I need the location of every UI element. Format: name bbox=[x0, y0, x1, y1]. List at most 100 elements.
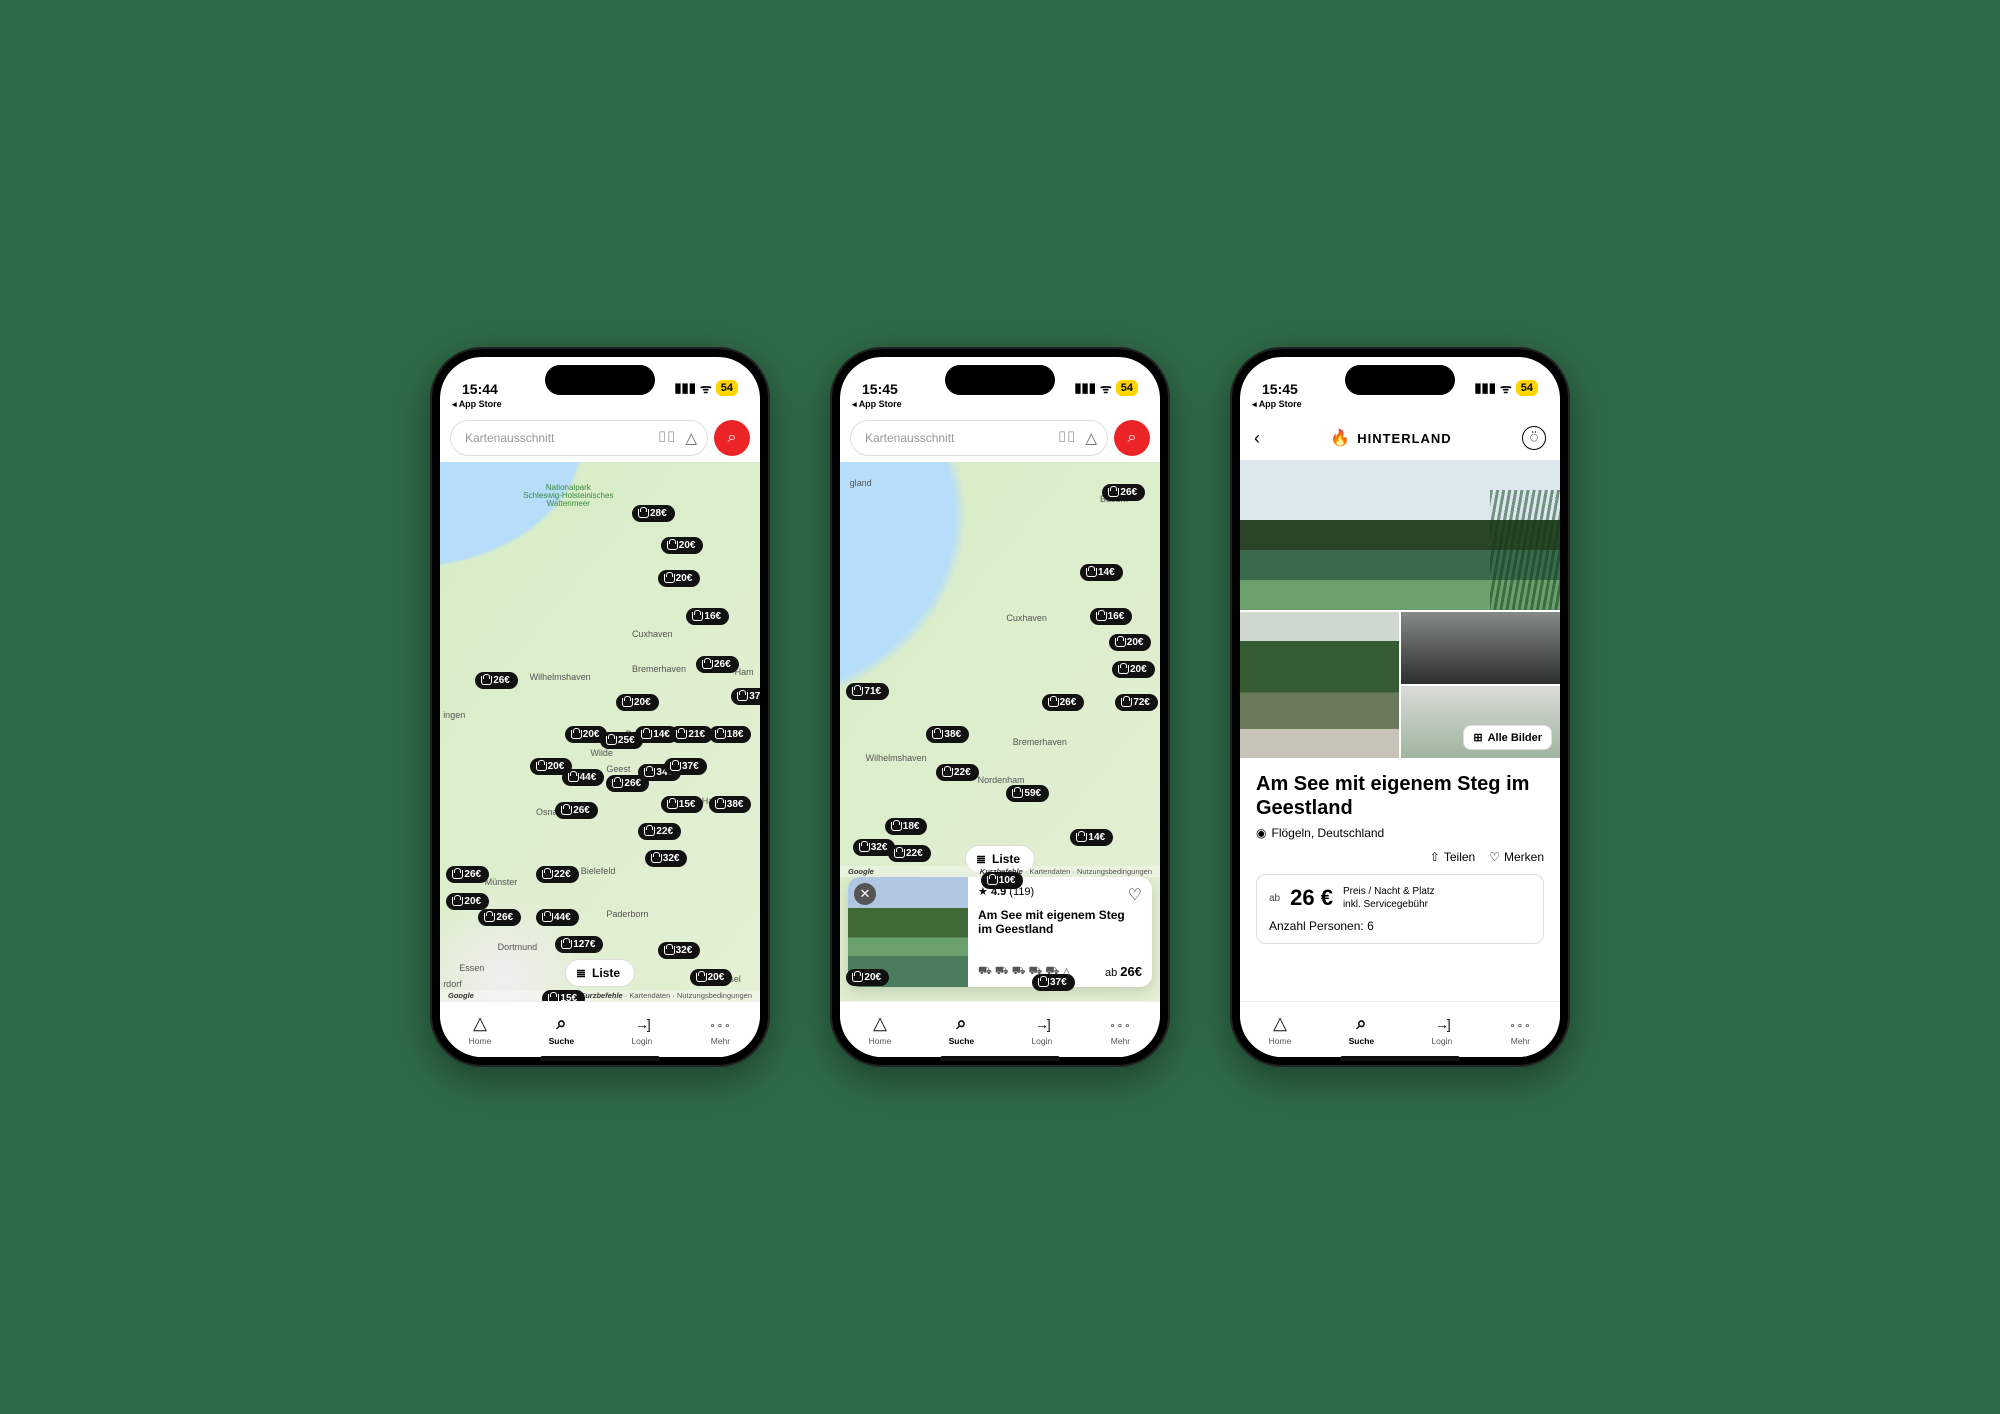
persons-row: Anzahl Personen: 6 bbox=[1269, 919, 1531, 933]
price-pin[interactable]: 26€ bbox=[475, 672, 518, 689]
gallery-image[interactable] bbox=[1401, 612, 1560, 684]
city-label: Münster bbox=[485, 877, 518, 887]
brand-logo: 🔥 HINTERLAND bbox=[1330, 428, 1451, 448]
search-input[interactable]: Kartenausschnitt ⌷⌷ △ bbox=[850, 420, 1108, 456]
search-input[interactable]: Kartenausschnitt ⌷⌷ △ bbox=[450, 420, 708, 456]
map[interactable]: NationalparkSchleswig-HolsteinischesWatt… bbox=[440, 462, 760, 1001]
login-icon bbox=[1035, 1013, 1049, 1034]
city-label: Nordenham bbox=[978, 775, 1025, 785]
price-pin[interactable]: 37€ bbox=[1032, 974, 1075, 991]
nav-suche[interactable]: Suche bbox=[1349, 1013, 1375, 1046]
price-pin[interactable]: 18€ bbox=[709, 726, 752, 743]
price-pin[interactable]: 14€ bbox=[1080, 564, 1123, 581]
tent-filter-icon[interactable]: △ bbox=[1085, 429, 1097, 447]
save-button[interactable]: ♡Merken bbox=[1489, 850, 1544, 864]
price-pin[interactable]: 26€ bbox=[1042, 694, 1085, 711]
list-toggle-button[interactable]: Liste bbox=[565, 959, 635, 987]
all-images-button[interactable]: Alle Bilder bbox=[1463, 725, 1552, 750]
list-toggle-button[interactable]: Liste bbox=[965, 845, 1035, 873]
back-button[interactable]: ‹ bbox=[1254, 428, 1260, 449]
calendar-icon[interactable]: ⌷⌷ bbox=[1057, 429, 1075, 447]
back-to-appstore[interactable]: App Store bbox=[440, 399, 760, 416]
price-pin[interactable]: 18€ bbox=[885, 818, 928, 835]
price-pin[interactable]: 20€ bbox=[690, 969, 733, 986]
nav-mehr[interactable]: Mehr bbox=[1510, 1013, 1532, 1046]
price-pin[interactable]: 72€ bbox=[1115, 694, 1158, 711]
search-button[interactable]: ⌕ bbox=[1114, 420, 1150, 456]
price-pin[interactable]: 20€ bbox=[658, 570, 701, 587]
price-pin[interactable]: 32€ bbox=[658, 942, 701, 959]
wifi-icon: ᯤ bbox=[1500, 379, 1512, 397]
gallery-image[interactable] bbox=[1240, 612, 1399, 758]
price-pin[interactable]: 20€ bbox=[616, 694, 659, 711]
price-pin[interactable]: 26€ bbox=[696, 656, 739, 673]
map[interactable]: Cuxhaven Bremerhaven Wilhelmshaven Norde… bbox=[840, 462, 1160, 1001]
search-button[interactable]: ⌕ bbox=[714, 420, 750, 456]
app-bar: ‹ 🔥 HINTERLAND ⍥ bbox=[1240, 416, 1560, 460]
nav-login[interactable]: Login bbox=[1431, 1013, 1452, 1046]
price-pin[interactable]: 22€ bbox=[888, 845, 931, 862]
nav-home[interactable]: Home bbox=[869, 1013, 892, 1046]
back-to-appstore[interactable]: App Store bbox=[840, 399, 1160, 416]
price-pin[interactable]: 20€ bbox=[446, 893, 489, 910]
nav-mehr[interactable]: Mehr bbox=[710, 1013, 732, 1046]
price-pin[interactable]: 26€ bbox=[478, 909, 521, 926]
price-pin[interactable]: 38€ bbox=[926, 726, 969, 743]
price-pin[interactable]: 22€ bbox=[536, 866, 579, 883]
price-pin[interactable]: 26€ bbox=[555, 802, 598, 819]
price-pin[interactable]: 127€ bbox=[555, 936, 603, 953]
more-icon bbox=[710, 1013, 732, 1034]
search-icon bbox=[1356, 1013, 1366, 1034]
price-pin[interactable]: 26€ bbox=[446, 866, 489, 883]
price-pin[interactable]: 37€ bbox=[731, 688, 760, 705]
price-pin[interactable]: 20€ bbox=[1109, 634, 1152, 651]
price-pin[interactable]: 20€ bbox=[661, 537, 704, 554]
price-pin[interactable]: 32€ bbox=[645, 850, 688, 867]
city-label: Wilde bbox=[590, 748, 613, 758]
nav-home[interactable]: Home bbox=[469, 1013, 492, 1046]
nav-login[interactable]: Login bbox=[1031, 1013, 1052, 1046]
map-attribution: Google Kurzbefehle · Kartendaten · Nutzu… bbox=[440, 990, 760, 1001]
price-pin[interactable]: 71€ bbox=[846, 683, 889, 700]
favorite-button[interactable]: ♡ bbox=[1128, 885, 1142, 905]
price-pin[interactable]: 14€ bbox=[1070, 829, 1113, 846]
price-pin[interactable]: 15€ bbox=[661, 796, 704, 813]
bottom-nav: Home Suche Login Mehr bbox=[440, 1001, 760, 1057]
price-pin[interactable]: 22€ bbox=[638, 823, 681, 840]
nav-login[interactable]: Login bbox=[631, 1013, 652, 1046]
price-pin[interactable]: 20€ bbox=[846, 969, 889, 986]
price-pin[interactable]: 44€ bbox=[536, 909, 579, 926]
price-pin[interactable]: 15€ bbox=[542, 990, 585, 1001]
price-pin[interactable]: 22€ bbox=[936, 764, 979, 781]
price-pin[interactable]: 28€ bbox=[632, 505, 675, 522]
profile-button[interactable]: ⍥ bbox=[1522, 426, 1546, 450]
price-pin[interactable]: 37€ bbox=[664, 758, 707, 775]
gallery-image[interactable]: Alle Bilder bbox=[1401, 686, 1560, 758]
back-to-appstore[interactable]: App Store bbox=[1240, 399, 1560, 416]
price-pin[interactable]: 38€ bbox=[709, 796, 752, 813]
price-pin[interactable]: 59€ bbox=[1006, 785, 1049, 802]
battery-badge: 54 bbox=[716, 380, 738, 396]
hero-image[interactable] bbox=[1240, 460, 1560, 610]
price-pin[interactable]: 21€ bbox=[670, 726, 713, 743]
share-button[interactable]: ⇧Teilen bbox=[1430, 850, 1475, 864]
nav-suche[interactable]: Suche bbox=[549, 1013, 575, 1046]
listing-preview-card[interactable]: ✕ ★ 4.9 (119) ♡ Am See mit eigenem Steg … bbox=[848, 877, 1152, 987]
price-pin[interactable]: 20€ bbox=[1112, 661, 1155, 678]
close-card-button[interactable]: ✕ bbox=[854, 883, 876, 905]
price-pin[interactable]: 26€ bbox=[1102, 484, 1145, 501]
price-pin[interactable]: 16€ bbox=[1090, 608, 1133, 625]
listing-price: ab 26€ bbox=[1105, 964, 1142, 979]
price-pin[interactable]: 44€ bbox=[562, 769, 605, 786]
nav-home[interactable]: Home bbox=[1269, 1013, 1292, 1046]
price-pin[interactable]: 26€ bbox=[606, 775, 649, 792]
nav-suche[interactable]: Suche bbox=[949, 1013, 975, 1046]
nav-mehr[interactable]: Mehr bbox=[1110, 1013, 1132, 1046]
city-label: Bielefeld bbox=[581, 866, 616, 876]
city-label: Dortmund bbox=[498, 942, 538, 952]
price-pin[interactable]: 10€ bbox=[981, 872, 1024, 889]
login-icon bbox=[1435, 1013, 1449, 1034]
calendar-icon[interactable]: ⌷⌷ bbox=[657, 429, 675, 447]
price-pin[interactable]: 16€ bbox=[686, 608, 729, 625]
tent-filter-icon[interactable]: △ bbox=[685, 429, 697, 447]
